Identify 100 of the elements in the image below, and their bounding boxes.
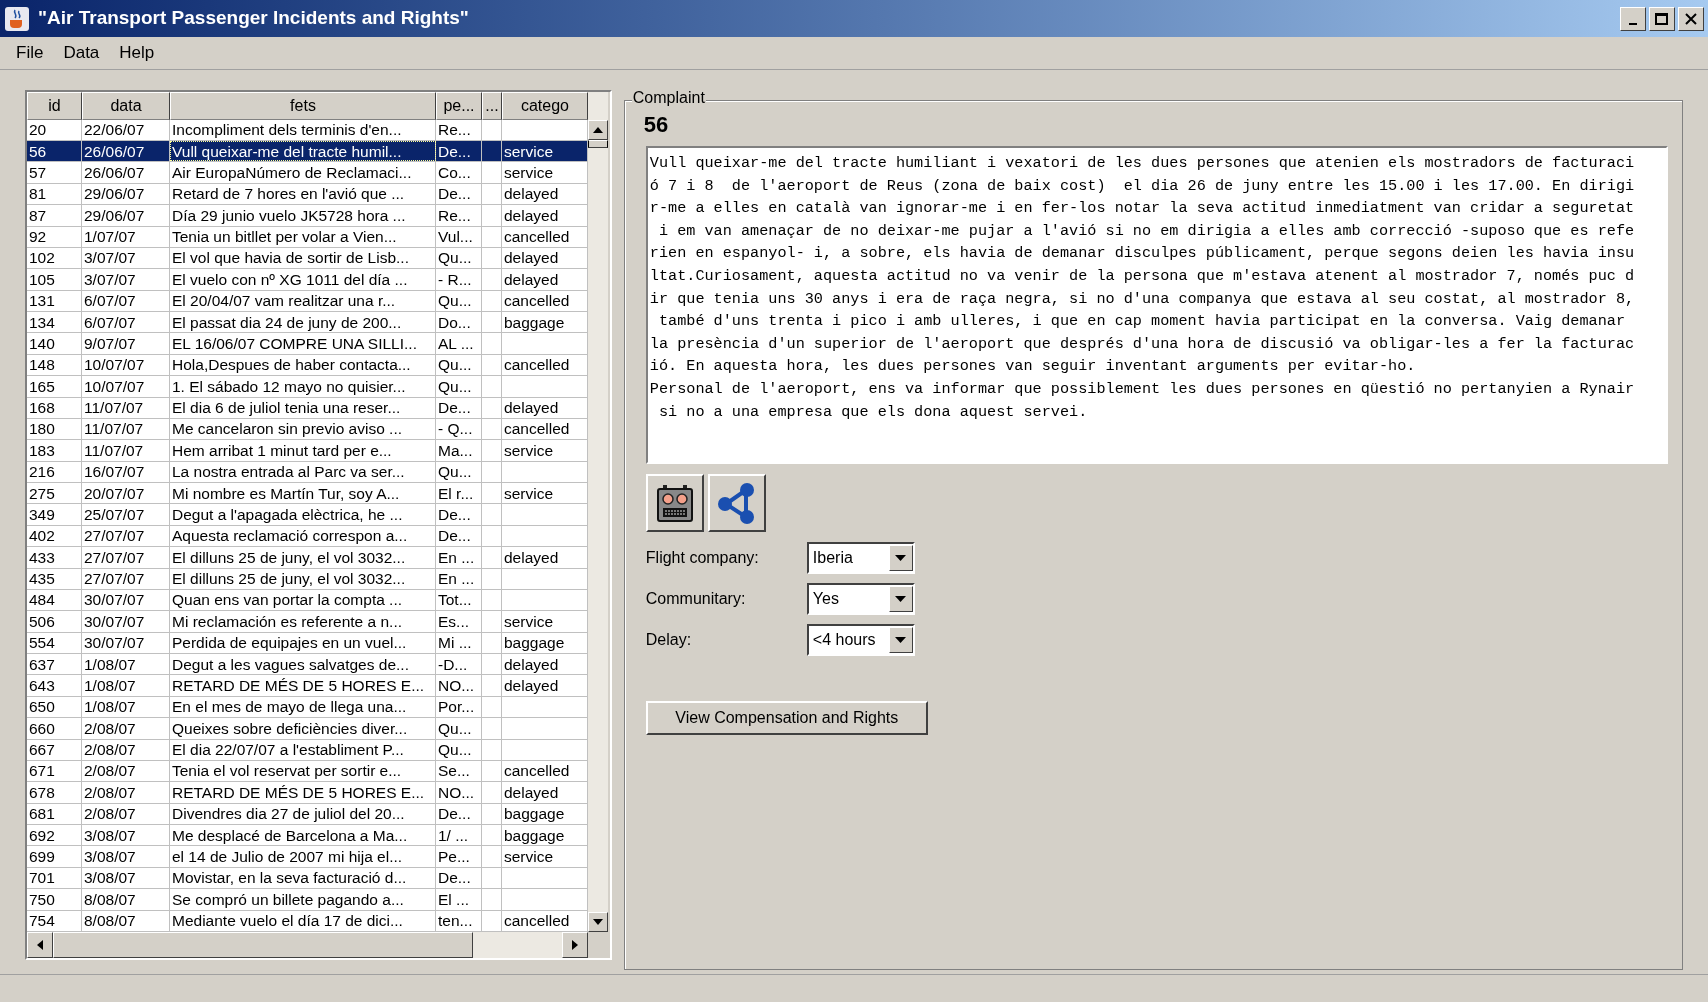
table-cell: 165 (29, 378, 55, 395)
table-cell: 81 (29, 186, 47, 202)
table-row[interactable]: 643 1/08/07 RETARD DE MÉS DE 5 HORES E... NO... delayed (27, 675, 588, 697)
table-row[interactable]: 554 30/07/07 Perdida de equipajes en un vuel... Mi ... baggage (27, 632, 588, 655)
share-button[interactable] (707, 474, 766, 532)
table-row[interactable]: 435 27/07/07 El dilluns 25 de juny, el vol 3032... En ... (27, 568, 588, 590)
table-row[interactable]: 183 11/07/07 Hem arribat 1 minut tard per e... Ma... service (27, 440, 588, 462)
table-row[interactable]: 701 3/08/07 Movistar, en la seva facturació d... De... (27, 867, 588, 890)
table-cell: service (504, 848, 554, 865)
table-row[interactable]: 148 10/07/07 Hola,Despues de haber contacta... Qu... cancelled (27, 354, 588, 377)
table-cell: 10/07/07 (84, 378, 145, 395)
column-header[interactable]: pe... (436, 92, 482, 120)
table-cell: 667 (29, 742, 55, 758)
table-row[interactable]: 484 30/07/07 Quan ens van portar la compta ... Tot... (27, 589, 588, 612)
text-line: Personal de l'aeroport, ens va informar que possiblement les dues persones en qüestió no pertanyien a Rynair (649, 378, 1635, 400)
table-row[interactable]: 140 9/07/07 EL 16/06/07 COMPRE UNA SILLI... AL ... (27, 333, 588, 355)
table-row[interactable]: 650 1/08/07 En el mes de mayo de llega una... Por... (27, 696, 588, 719)
scroll-right-button[interactable] (562, 932, 588, 958)
table-cell: 506 (29, 613, 55, 630)
table-row[interactable]: 92 1/07/07 Tenia un bitllet per volar a Vien... Vul... cancelled (27, 226, 588, 248)
table-row[interactable]: 637 1/08/07 Degut a les vagues salvatges de... -D... delayed (27, 654, 588, 676)
table-cell: El 20/04/07 vam realitzar una r... (172, 293, 396, 309)
table-cell: Mi ... (438, 635, 472, 651)
table-cell: 29/06/07 (84, 186, 145, 202)
dropdown[interactable]: Yes (806, 583, 915, 615)
menu-item[interactable]: File (16, 40, 44, 66)
vertical-scrollbar[interactable] (588, 92, 608, 932)
table-cell: 11/07/07 (84, 442, 144, 459)
table-cell: delayed (504, 784, 559, 801)
field-label: Delay: (645, 630, 693, 650)
table-row[interactable]: 671 2/08/07 Tenia el vol reservat per sortir e... Se... cancelled (27, 760, 588, 783)
minimize-button[interactable] (1620, 6, 1646, 31)
table-cell: Qu... (438, 357, 472, 373)
scroll-thumb[interactable] (588, 140, 608, 148)
table-row[interactable]: 349 25/07/07 Degut a l'apagada elèctrica, he ... De... (27, 504, 588, 526)
horizontal-scrollbar[interactable] (27, 932, 588, 958)
table-row[interactable]: 102 3/07/07 El vol que havia de sortir de Lisb... Qu... delayed (27, 247, 588, 270)
table-cell: 134 (29, 314, 55, 330)
menu-item[interactable]: Help (119, 40, 155, 66)
table-cell: 26/06/07 (84, 164, 145, 181)
table-row[interactable]: 699 3/08/07 el 14 de Julio de 2007 mi hija el... Pe... service (27, 846, 588, 868)
table-row[interactable]: 180 11/07/07 Me cancelaron sin previo aviso ... - Q... cancelled (27, 418, 588, 441)
table-cell: Quan ens van portar la compta ... (172, 592, 403, 608)
text-line: ó 7 i 8 de l'aeroport de Reus (zona de baix cost) el dia 26 de juny entre les 15.00 i les 17.00. En dirigi (649, 175, 1635, 197)
table-cell: cancelled (504, 913, 570, 929)
table-row[interactable]: 681 2/08/07 Divendres dia 27 de juliol del 20... De... baggage (27, 803, 588, 826)
table-row[interactable]: 81 29/06/07 Retard de 7 hores en l'avió que ... De... delayed (27, 183, 588, 206)
complaint-text-area[interactable] (645, 146, 1668, 464)
table-row[interactable]: 56 26/06/07 Vull queixar-me del tracte humil... De... service (27, 141, 588, 163)
table-cell: 140 (29, 335, 55, 352)
table-row[interactable]: 105 3/07/07 El vuelo con nº XG 1011 del día ... - R... delayed (27, 269, 588, 291)
scroll-up-button[interactable] (588, 120, 608, 140)
table-row[interactable]: 131 6/07/07 El 20/04/07 vam realitzar una r... Qu... cancelled (27, 290, 588, 313)
table-row[interactable]: 87 29/06/07 Día 29 junio vuelo JK5728 hora ... Re... delayed (27, 205, 588, 227)
table-row[interactable]: 165 10/07/07 1. El sábado 12 mayo no quisier... Qu... (27, 376, 588, 398)
table-row[interactable]: 402 27/07/07 Aquesta reclamació correspon a... De... (27, 525, 588, 548)
column-header[interactable]: ... (482, 92, 502, 120)
close-icon (1684, 12, 1698, 25)
table-cell: Qu... (438, 742, 472, 758)
table-cell: 435 (29, 571, 55, 587)
scroll-thumb[interactable] (53, 932, 473, 958)
menu-item[interactable]: Data (63, 40, 100, 66)
column-header[interactable]: catego (502, 92, 588, 120)
table-row[interactable]: 20 22/06/07 Incompliment dels terminis d'en... Re... (27, 119, 588, 142)
scroll-down-button[interactable] (588, 912, 608, 932)
column-header[interactable]: id (27, 92, 82, 120)
text-line: també d'uns trenta i pico i amb ulleres, i que en cap moment havia participat en la conversa. Vaig demanar (657, 311, 1625, 333)
table-row[interactable]: 678 2/08/07 RETARD DE MÉS DE 5 HORES E... NO... delayed (27, 782, 588, 804)
table-row[interactable]: 660 2/08/07 Queixes sobre deficiències diver... Qu... (27, 718, 588, 740)
table-cell: El r... (438, 485, 474, 501)
table-cell: baggage (504, 314, 565, 330)
table-cell: Vul... (438, 229, 473, 245)
scroll-left-button[interactable] (27, 932, 53, 958)
table-row[interactable]: 692 3/08/07 Me desplacé de Barcelona a Ma... 1/ ... baggage (27, 825, 588, 847)
table-row[interactable]: 750 8/08/07 Se compró un billete pagando a... El ... (27, 889, 588, 911)
column-header[interactable]: fets (170, 92, 436, 120)
table-row[interactable]: 667 2/08/07 El dia 22/07/07 a l'establiment P... Qu... (27, 739, 588, 761)
view-compensation-button[interactable]: View Compensation and Rights (645, 701, 928, 735)
table-cell: Incompliment dels terminis d'en... (172, 122, 402, 138)
table-cell: De... (438, 806, 471, 822)
table-row[interactable]: 134 6/07/07 El passat dia 24 de juny de 200... Do... baggage (27, 312, 588, 334)
column-header[interactable]: data (82, 92, 170, 120)
dropdown[interactable]: <4 hours (806, 624, 915, 656)
table-row[interactable]: 216 16/07/07 La nostra entrada al Parc va ser... Qu... (27, 461, 588, 484)
table-row[interactable]: 57 26/06/07 Air EuropaNúmero de Reclamaci... Co... service (27, 162, 588, 184)
dropdown[interactable]: Iberia (806, 542, 915, 574)
maximize-button[interactable] (1649, 6, 1675, 31)
table-cell: 678 (29, 784, 55, 801)
text-line: si no a una empresa que els dona aquest servei. (657, 401, 1088, 423)
table-row[interactable]: 275 20/07/07 Mi nombre es Martín Tur, soy A... El r... service (27, 483, 588, 505)
table-cell: Mediante vuelo el día 17 de dici... (172, 913, 403, 929)
close-button[interactable] (1678, 6, 1704, 31)
robot-button[interactable] (645, 474, 704, 532)
window-title: "Air Transport Passenger Incidents and Rights" (38, 6, 469, 31)
table-cell: Qu... (438, 720, 472, 737)
table-row[interactable]: 433 27/07/07 El dilluns 25 de juny, el vol 3032... En ... delayed (27, 547, 588, 569)
table-row[interactable]: 754 8/08/07 Mediante vuelo el día 17 de dici... ten... cancelled (27, 910, 588, 932)
table-cell: 57 (29, 164, 47, 181)
table-row[interactable]: 168 11/07/07 El dia 6 de juliol tenia una reser... De... delayed (27, 397, 588, 419)
table-row[interactable]: 506 30/07/07 Mi reclamación es referente a n... Es... service (27, 611, 588, 633)
